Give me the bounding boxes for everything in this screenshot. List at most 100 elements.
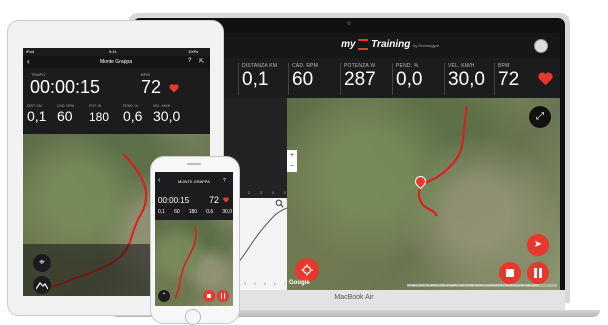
status-time: 9:41 [109,49,117,54]
stop-icon [506,269,514,277]
status-left: iPad [26,49,35,54]
camera-icon [347,21,351,25]
stat-value: 180 [188,209,198,215]
metric-value: 287 [344,69,376,90]
stop-button[interactable] [203,290,215,302]
zoom-in-icon[interactable]: + [287,150,297,161]
crosshair-icon [301,264,313,276]
phone-stats-row: 0,1 60 180 0,6 30,0 [158,209,232,215]
nav-title: MONTE GRAPPA [178,179,210,184]
mountain-icon: ⌃ [161,293,167,299]
tick: 3 [259,190,263,195]
tick: 3 [243,281,247,286]
metrics-row: DISTANZA KM 0,1 CAD. RPM 60 POTENZA W 28… [222,58,560,98]
zoom-controls[interactable]: + − [287,150,297,172]
share-icon[interactable]: ⇱ [199,58,204,65]
stop-button[interactable] [499,262,521,284]
metric-cadence: CAD. RPM 60 [288,63,340,95]
logo-training: Training [371,39,411,51]
stat-value: 30,0 [153,108,181,124]
bpm-value: 72 [209,195,220,205]
stat-cadence: CAD. RPM 60 [57,104,89,130]
app-header: my Training by Technogym [222,33,560,58]
crosshair-icon: ⌖ [39,257,45,268]
tablet-nav-bar: ‹ Monte Grappa ? ⇱ [23,56,210,68]
elevation-toggle-button[interactable] [33,276,51,294]
expand-icon: ⤢ [536,111,544,122]
mountain-icon [36,282,48,290]
stat-value: 0,6 [206,209,214,215]
phone-screen: ‹ MONTE GRAPPA ? 00:00:15 72 0,1 60 180 … [155,172,233,306]
stat-slope: PEND. % 0,6 [123,104,153,130]
recenter-button[interactable]: ⌖ [33,254,51,272]
stat-distance: DIST. KM 0,1 [27,104,57,130]
stat-value: 0,1 [158,209,165,215]
timer-value: 00:00:15 [30,77,101,97]
navigate-button[interactable]: ➤ [527,234,549,256]
pause-button[interactable] [527,262,549,284]
laptop-screen: my Training by Technogym DISTANZA KM 0,1… [222,33,560,290]
search-icon[interactable] [275,199,284,208]
stat-speed: VEL. KM/H 30,0 [153,104,193,130]
timer-value: 00:00:15 [158,196,190,205]
logo-small: by Technogym [413,43,439,49]
tick: 5 [283,190,286,195]
expand-button[interactable]: ⤢ [529,106,551,128]
map-view[interactable]: ⤢ + − ➤ Google Immagini ©2017 TerraMetri… [287,98,560,290]
status-right: 100% [188,49,199,54]
metric-speed: VEL. KM/H 30,0 [444,63,498,95]
metric-value: 0,1 [242,69,269,90]
heart-icon [223,197,229,203]
stat-power: POT. W 180 [89,104,123,130]
zoom-out-icon[interactable]: − [287,161,297,172]
elevation-toggle-button[interactable]: ⌃ [158,290,170,302]
map-attribution: Immagini ©2017 TerraMetrics Dati cartogr… [407,284,557,287]
pause-icon [534,268,542,278]
tick: 6 [273,281,276,286]
stop-icon [207,294,211,298]
tick: 2 [247,190,251,195]
metric-value: 60 [292,69,314,90]
stat-value: 0,6 [123,108,143,124]
stat-value: 60 [57,108,73,124]
stat-value: 30,0 [222,209,232,215]
metric-value: 30,0 [448,69,485,90]
phone-speaker [187,163,201,165]
metric-distance: DISTANZA KM 0,1 [238,63,290,95]
google-logo: Google [289,280,310,286]
stat-value: 60 [174,209,180,215]
metric-bpm: BPM 72 [494,63,534,95]
stat-value: 0,1 [27,108,47,124]
home-button[interactable] [185,309,201,325]
help-icon[interactable]: ? [188,58,191,64]
tick: 4 [253,281,257,286]
tick: 5 [263,281,267,286]
logo-bars-icon [358,39,369,50]
route-line [418,105,468,217]
bpm-value: 72 [141,77,162,97]
back-arrow-icon[interactable]: ‹ [27,57,30,66]
nav-title: Monte Grappa [100,59,132,65]
tablet-status-bar: iPad 9:41 100% [23,48,210,55]
heart-icon [538,72,553,86]
phone-nav-bar: ‹ MONTE GRAPPA ? [155,177,233,187]
metric-power: POTENZA W 287 [340,63,396,95]
help-icon[interactable]: ? [223,178,226,184]
recenter-button[interactable] [295,258,319,282]
stat-value: 180 [89,110,110,124]
metric-value: 0,0 [396,69,423,90]
heart-icon [169,84,179,93]
tick: 4 [271,190,275,195]
tablet-stats-row: DIST. KM 0,1 CAD. RPM 60 POT. W 180 PEND… [27,104,207,130]
logo-my: my [341,39,356,51]
navigation-arrow-icon: ➤ [533,239,543,250]
tick: 7 [283,281,286,286]
back-arrow-icon[interactable]: ‹ [158,177,160,184]
metric-slope: PEND. % 0,0 [392,63,444,95]
profile-avatar[interactable] [534,39,548,53]
phone-map[interactable]: ⌃ [155,220,233,306]
laptop-label: MacBook Air [334,294,374,301]
pause-button[interactable] [217,290,229,302]
app-logo: my Training by Technogym [320,39,460,53]
pause-icon [221,293,225,299]
